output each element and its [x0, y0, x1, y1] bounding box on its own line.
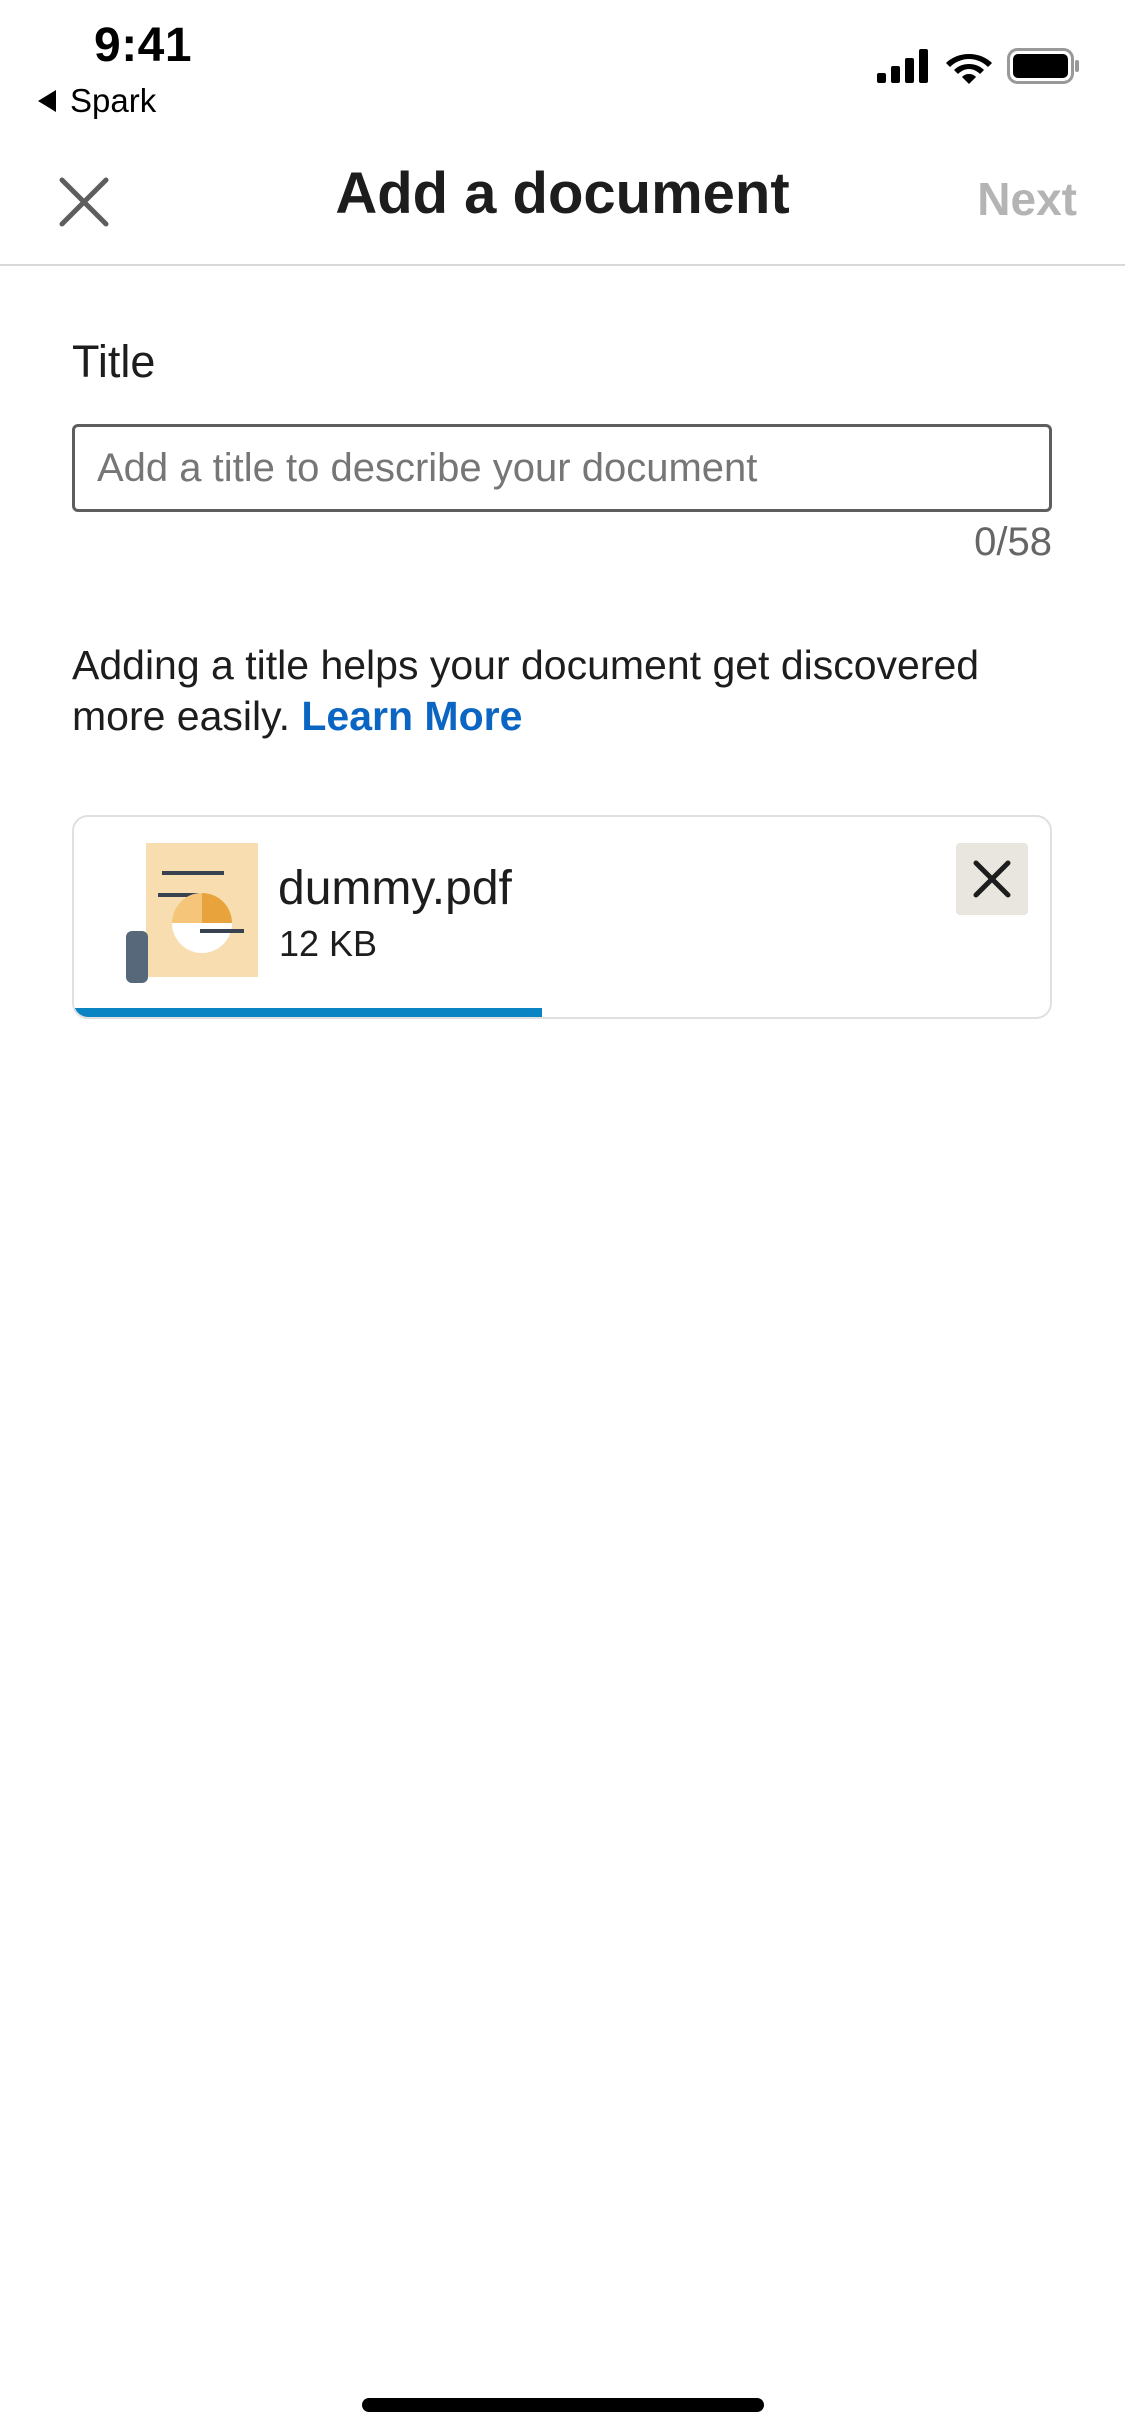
nav-bar: Add a document Next — [0, 130, 1125, 266]
status-icons — [877, 48, 1081, 84]
status-time: 9:41 — [94, 19, 193, 72]
title-label: Title — [72, 336, 156, 387]
back-triangle-icon — [38, 90, 56, 112]
back-to-app-label: Spark — [70, 82, 157, 119]
attachment-card: dummy.pdf 12 KB — [72, 815, 1052, 1019]
file-name: dummy.pdf — [278, 862, 512, 915]
signal-icon — [877, 49, 928, 83]
character-counter: 0/58 — [974, 520, 1052, 564]
close-icon — [973, 860, 1011, 898]
back-to-app-link[interactable]: Spark — [38, 82, 156, 120]
next-button[interactable]: Next — [977, 172, 1077, 226]
learn-more-link[interactable]: Learn More — [301, 693, 522, 739]
upload-progress-fill — [74, 1008, 543, 1017]
battery-icon — [1007, 48, 1079, 84]
title-input[interactable] — [72, 424, 1052, 512]
status-bar: 9:41 Spark — [0, 0, 1125, 130]
upload-progress-bar — [74, 1008, 1050, 1017]
remove-attachment-button[interactable] — [956, 843, 1028, 915]
page-title: Add a document — [335, 161, 790, 226]
screen: 9:41 Spark Add a document Next Title Add… — [0, 0, 1125, 2436]
document-thumbnail-icon — [126, 843, 258, 983]
home-indicator[interactable] — [362, 2398, 764, 2412]
wifi-icon — [946, 54, 992, 84]
helper-text: Adding a title helps your document get d… — [72, 640, 1062, 742]
file-size: 12 KB — [279, 923, 378, 964]
helper-text-body: Adding a title helps your document get d… — [72, 642, 980, 739]
